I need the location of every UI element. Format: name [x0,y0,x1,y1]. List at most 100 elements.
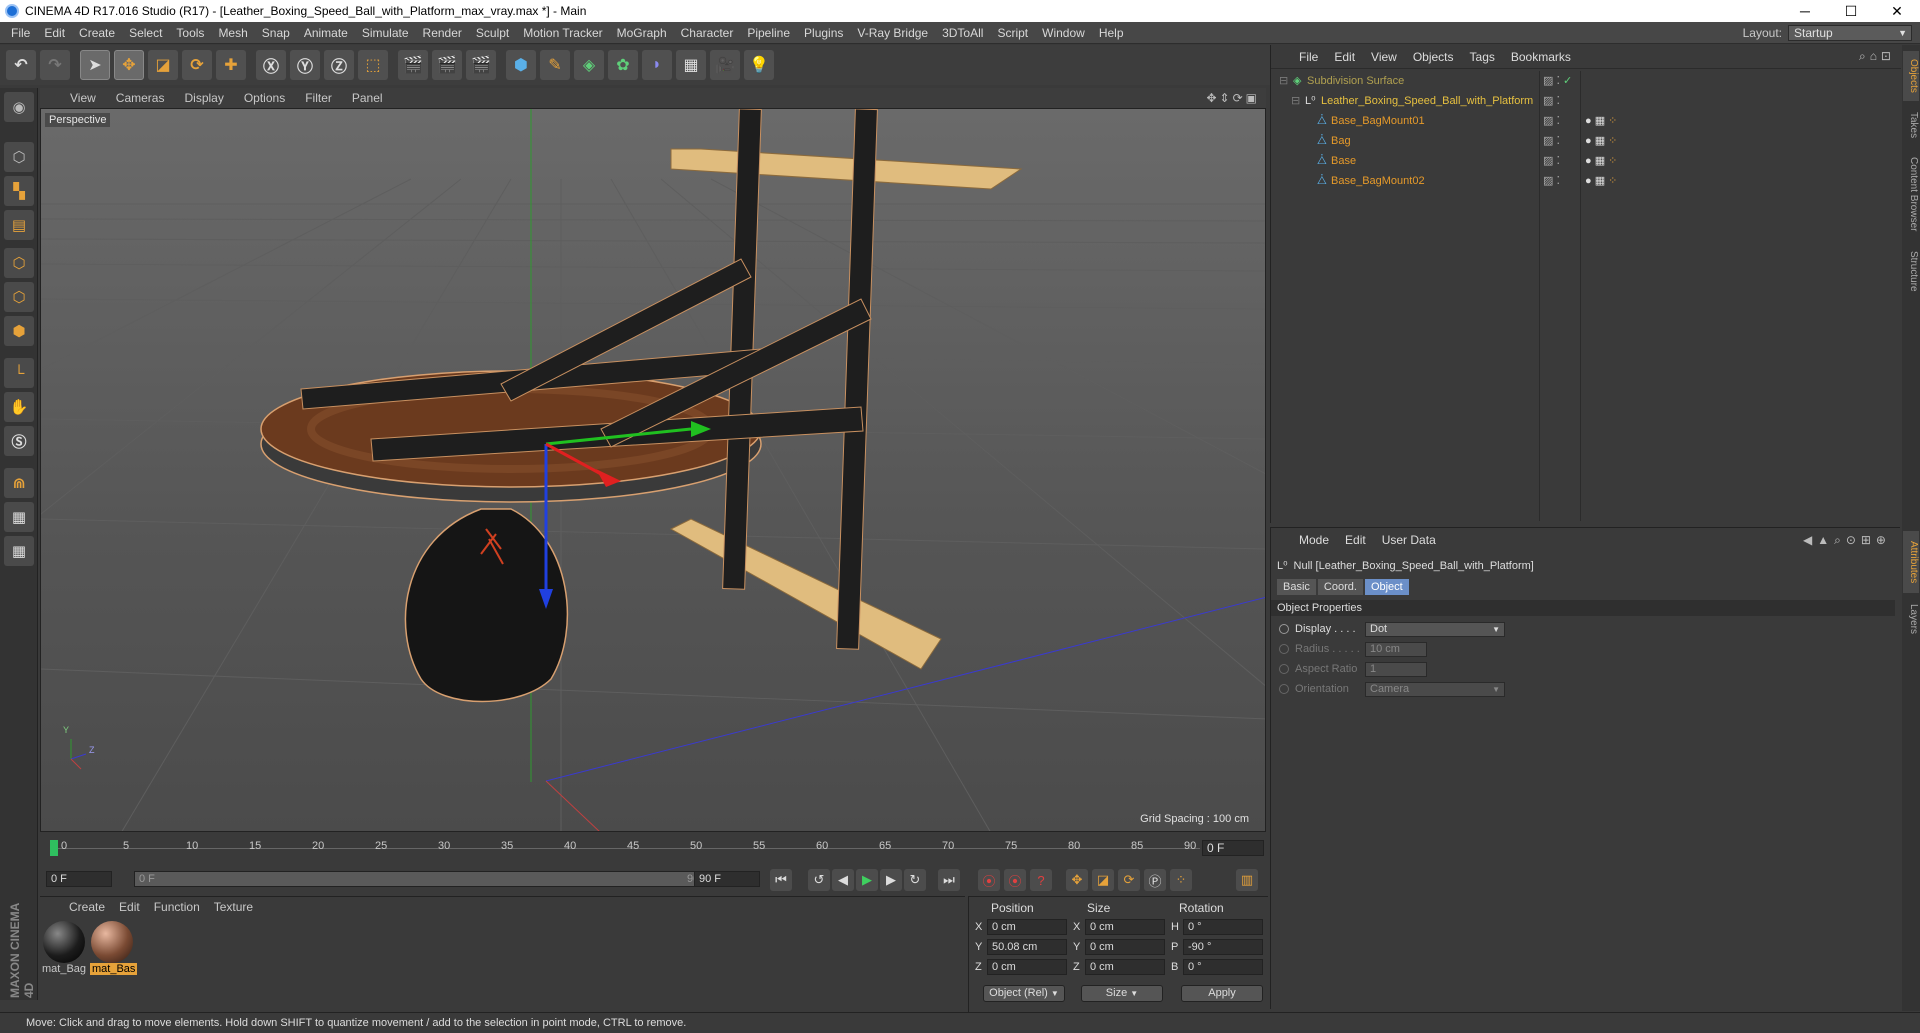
snap-button[interactable]: ⋒ [4,468,34,498]
solo-button[interactable]: Ⓢ [4,426,34,456]
menu-sculpt[interactable]: Sculpt [469,26,516,40]
live-selection-button[interactable]: ➤ [80,50,110,80]
menu-file[interactable]: File [4,26,37,40]
menu-select[interactable]: Select [122,26,169,40]
deformer-button[interactable]: ◗ [642,50,672,80]
viewport-menu-display[interactable]: Display [174,91,233,105]
next-key-button[interactable]: ↻ [904,869,926,891]
key-scale-button[interactable]: ◪ [1092,869,1114,891]
key-rotation-button[interactable]: ⟳ [1118,869,1140,891]
material-menu-create[interactable]: Create [62,900,112,914]
menu-edit[interactable]: Edit [37,26,72,40]
current-frame-field[interactable]: 0 F [1202,840,1264,856]
menu-motion-tracker[interactable]: Motion Tracker [516,26,609,40]
menu-snap[interactable]: Snap [255,26,297,40]
workplane-lock-button[interactable]: ▦ [4,502,34,532]
render-picture-viewer-button[interactable]: 🎬 [432,50,462,80]
array-button[interactable]: ✿ [608,50,638,80]
objects-menu-bookmarks[interactable]: Bookmarks [1503,50,1579,64]
floor-button[interactable]: ▦ [676,50,706,80]
perspective-viewport[interactable]: Y Z Perspective Grid Spacing : 100 cm [40,108,1266,832]
undo-button[interactable]: ↶ [6,50,36,80]
autokey-button[interactable]: ⦿ [1004,869,1026,891]
key-position-button[interactable]: ✥ [1066,869,1088,891]
keyframe-selection-button[interactable]: ? [1030,869,1052,891]
go-to-start-button[interactable]: ⏮ [770,869,792,891]
objects-menu-file[interactable]: File [1291,50,1326,64]
viewport-menu-cameras[interactable]: Cameras [106,91,175,105]
close-button[interactable]: ✕ [1874,3,1920,20]
move-tool-button[interactable]: ✥ [114,50,144,80]
viewport-menu-panel[interactable]: Panel [342,91,393,105]
expand-toggle-icon[interactable]: ⊟ [1291,91,1300,111]
x-axis-lock-button[interactable]: Ⓧ [256,50,286,80]
menu-3dtoall[interactable]: 3DToAll [935,26,990,40]
rotation-h-field[interactable]: 0 ° [1183,919,1263,935]
end-frame-field[interactable]: 90 F [694,871,760,887]
side-tab-objects[interactable]: Objects [1903,51,1919,101]
previous-key-button[interactable]: ↺ [808,869,830,891]
menu-mograph[interactable]: MoGraph [610,26,674,40]
material-tag-icons[interactable]: ● ▦ ⁘ [1585,151,1617,171]
subdivision-surface-button[interactable]: ◈ [574,50,604,80]
apply-button[interactable]: Apply [1181,985,1263,1002]
material-swatch[interactable]: mat_Bas [90,921,138,975]
tweak-mode-button[interactable]: ✋ [4,392,34,422]
key-pla-button[interactable]: ⁘ [1170,869,1192,891]
menu-render[interactable]: Render [416,26,469,40]
visibility-toggle-icon[interactable]: ▨ ⁚ [1543,131,1560,151]
side-tab-attributes[interactable]: Attributes [1903,531,1919,593]
position-z-field[interactable]: 0 cm [987,959,1067,975]
visibility-toggle-icon[interactable]: ▨ ⁚ [1543,91,1560,111]
previous-frame-button[interactable]: ◀ [832,869,854,891]
attributes-menu-edit[interactable]: Edit [1337,533,1374,547]
spline-pen-button[interactable]: ✎ [540,50,570,80]
tree-row-base[interactable]: ⧊ Base ▨ ⁚ ● ▦ ⁘ [1271,151,1901,171]
menu-script[interactable]: Script [990,26,1035,40]
attributes-menu-user-data[interactable]: User Data [1374,533,1444,547]
side-tab-structure[interactable]: Structure [1903,243,1919,299]
scheme-button[interactable]: ▥ [1236,869,1258,891]
tree-row-bag[interactable]: ⧊ Bag ▨ ⁚ ● ▦ ⁘ [1271,131,1901,151]
attributes-menu-mode[interactable]: Mode [1291,533,1337,547]
tab-basic[interactable]: Basic [1277,579,1316,595]
z-axis-lock-button[interactable]: Ⓩ [324,50,354,80]
recent-tool-button[interactable]: ✚ [216,50,246,80]
snap-grid-button[interactable]: ▦ [4,536,34,566]
next-frame-button[interactable]: ▶ [880,869,902,891]
display-dropdown[interactable]: Dot ▼ [1365,622,1505,637]
menu-vray-bridge[interactable]: V-Ray Bridge [850,26,935,40]
points-mode-button[interactable]: ⬡ [4,248,34,278]
tree-row-base-bagmount01[interactable]: ⧊ Base_BagMount01 ▨ ⁚ ● ▦ ⁘ [1271,111,1901,131]
objects-menu-view[interactable]: View [1363,50,1405,64]
visibility-toggle-icon[interactable]: ▨ ⁚ [1543,151,1560,171]
objects-menu-edit[interactable]: Edit [1326,50,1363,64]
tab-coord[interactable]: Coord. [1317,579,1363,595]
visibility-toggle-icon[interactable]: ▨ ⁚ [1543,111,1560,131]
material-tag-icons[interactable]: ● ▦ ⁘ [1585,171,1617,191]
menu-character[interactable]: Character [674,26,741,40]
size-y-field[interactable]: 0 cm [1085,939,1165,955]
side-tab-layers[interactable]: Layers [1903,597,1919,641]
y-axis-lock-button[interactable]: Ⓨ [290,50,320,80]
viewport-navigation-icons[interactable]: ✥⇕⟳▣ [1206,91,1260,105]
maximize-button[interactable]: ☐ [1828,3,1874,20]
viewport-menu-options[interactable]: Options [234,91,295,105]
material-menu-edit[interactable]: Edit [112,900,147,914]
texture-mode-button[interactable]: ▚ [4,176,34,206]
visibility-toggle-icon[interactable]: ▨ ⁚ [1543,171,1560,191]
material-menu-texture[interactable]: Texture [207,900,260,914]
cube-primitive-button[interactable]: ⬢ [506,50,536,80]
menu-plugins[interactable]: Plugins [797,26,850,40]
animate-radio-icon[interactable] [1279,624,1289,635]
expand-toggle-icon[interactable]: ⊟ [1279,71,1288,91]
material-tag-icons[interactable]: ● ▦ ⁘ [1585,111,1617,131]
play-button[interactable]: ▶ [856,869,878,891]
minimize-button[interactable]: ─ [1782,3,1828,20]
menu-pipeline[interactable]: Pipeline [740,26,797,40]
side-tab-takes[interactable]: Takes [1903,105,1919,145]
size-x-field[interactable]: 0 cm [1085,919,1165,935]
menu-window[interactable]: Window [1035,26,1092,40]
menu-animate[interactable]: Animate [297,26,355,40]
camera-button[interactable]: 🎥 [710,50,740,80]
